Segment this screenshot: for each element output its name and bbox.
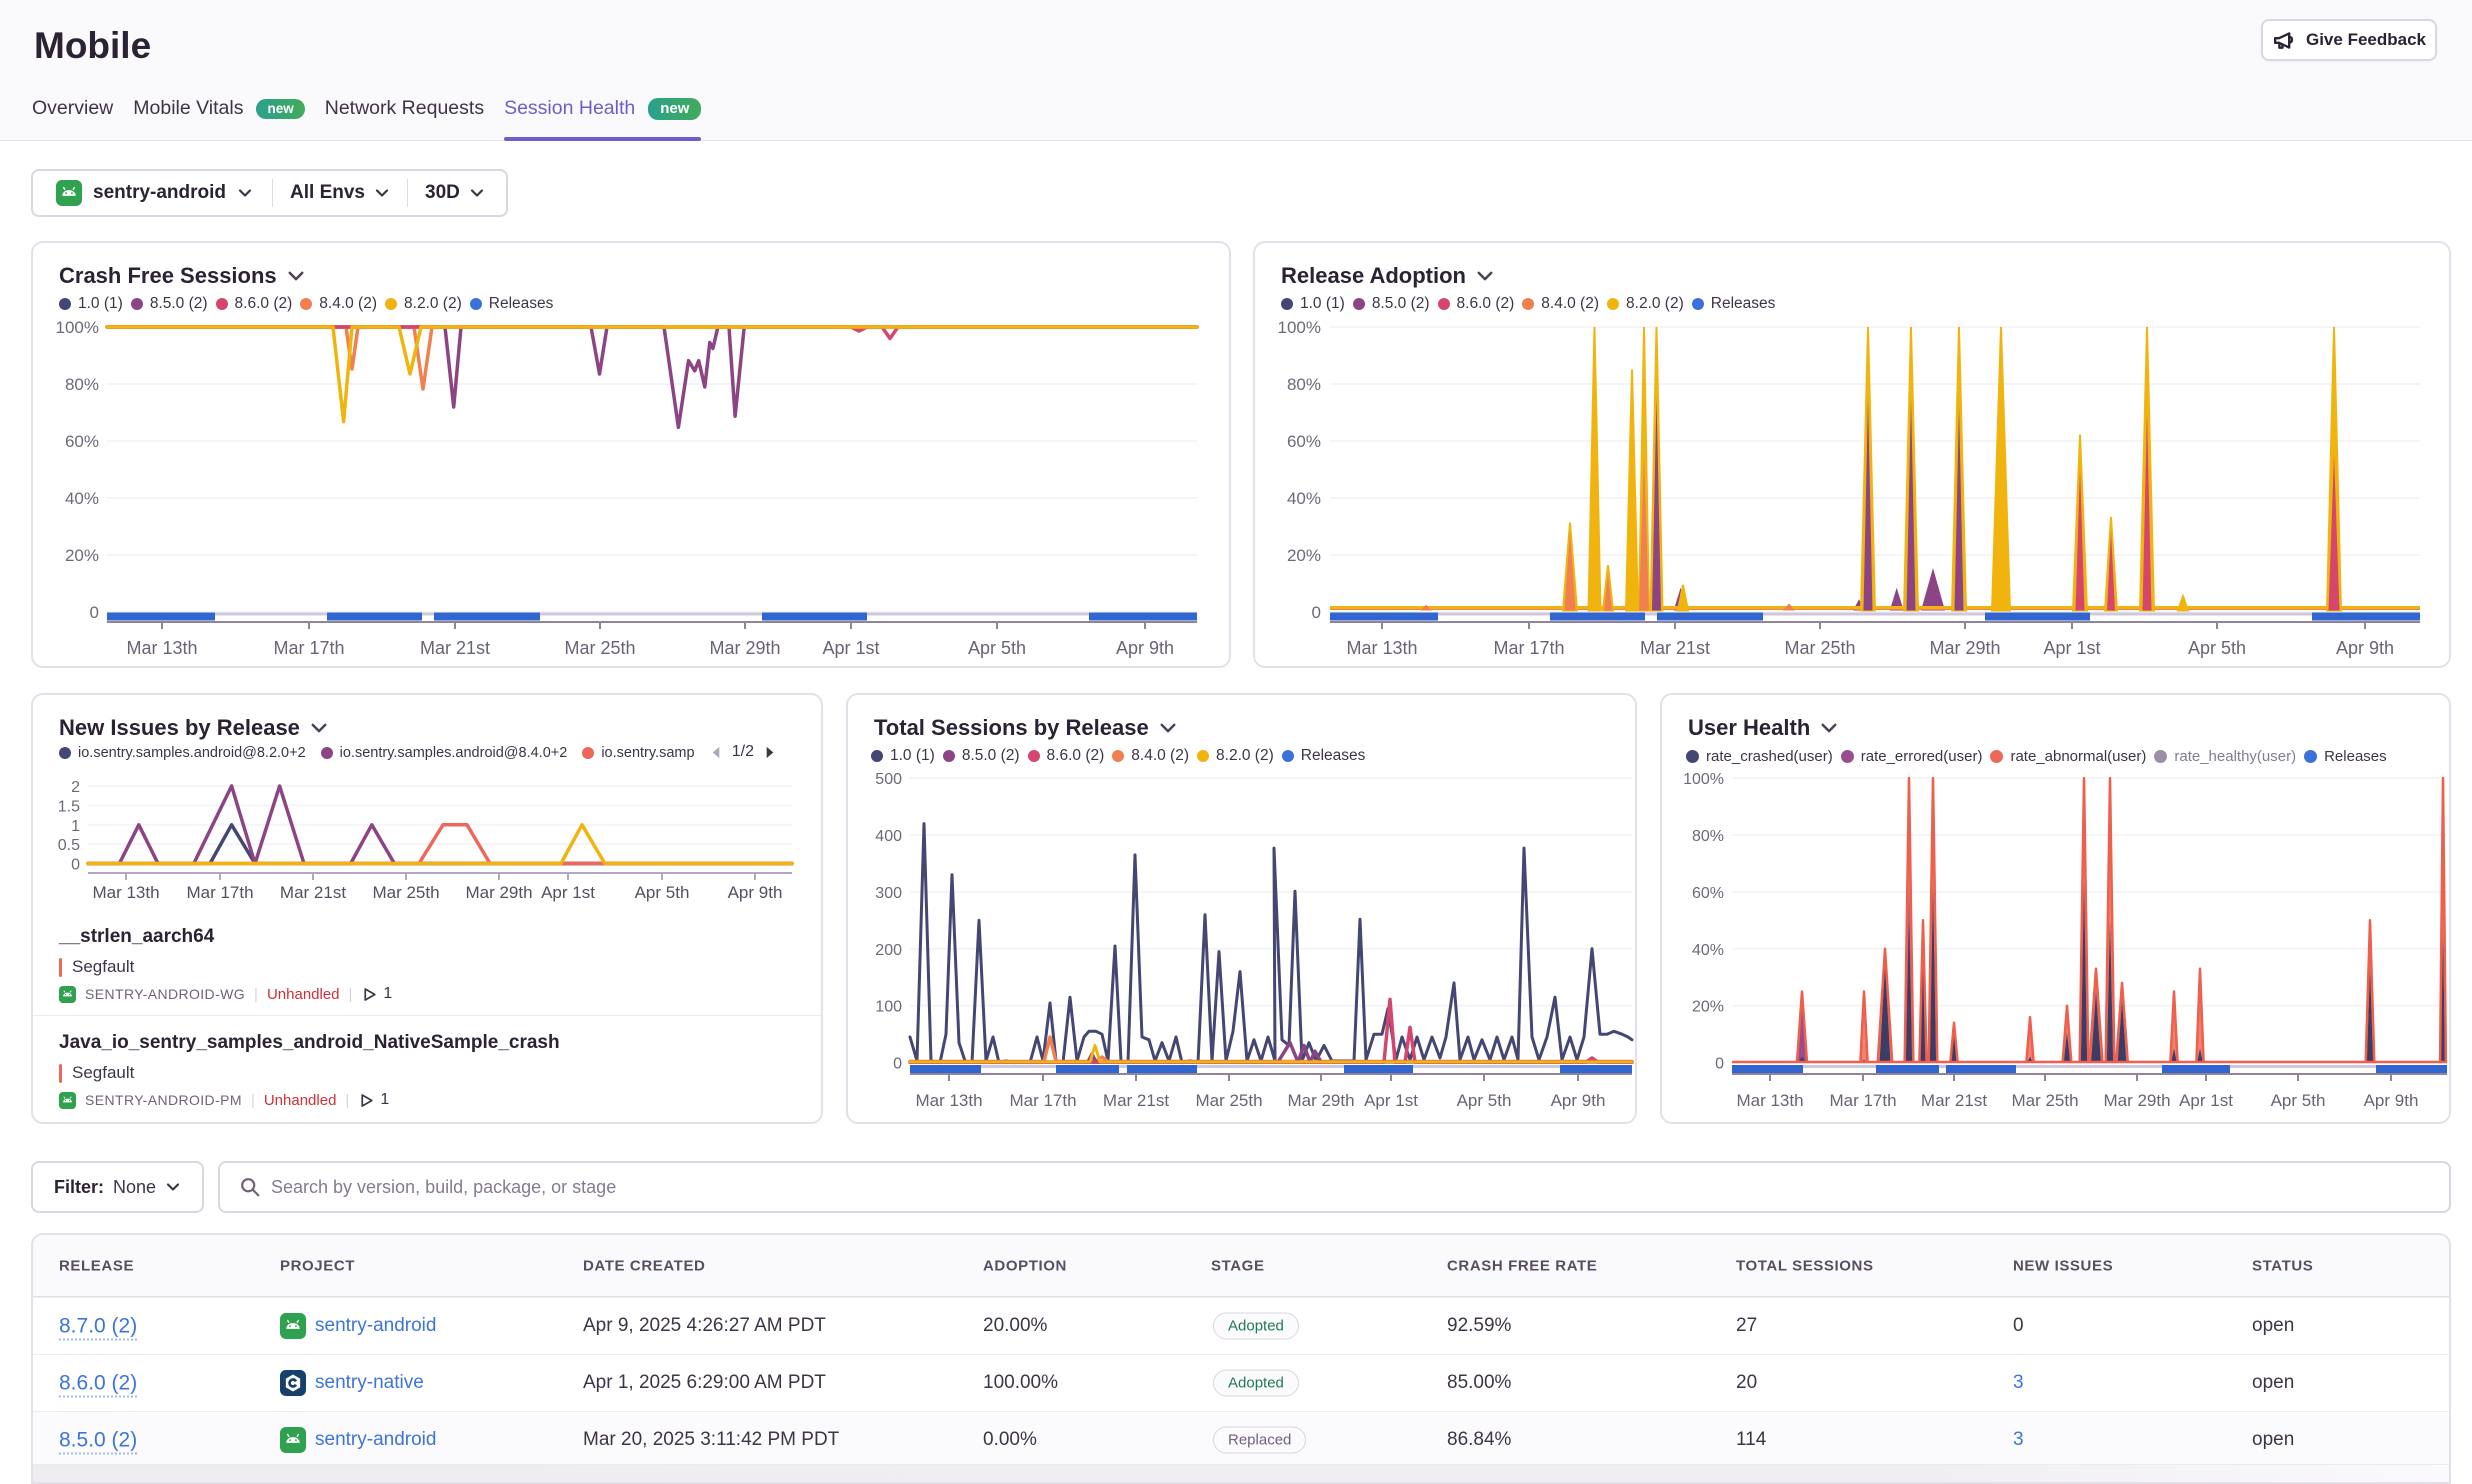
- svg-text:Mar 13th: Mar 13th: [1346, 638, 1417, 658]
- svg-text:Mar 17th: Mar 17th: [1009, 1091, 1076, 1110]
- svg-text:Apr 9th: Apr 9th: [1116, 638, 1174, 658]
- svg-text:1: 1: [71, 818, 80, 835]
- svg-text:0: 0: [1715, 1056, 1724, 1073]
- svg-text:Apr 1st: Apr 1st: [541, 883, 595, 902]
- svg-text:Apr 5th: Apr 5th: [2188, 638, 2246, 658]
- svg-text:Apr 9th: Apr 9th: [1551, 1091, 1606, 1110]
- svg-text:Apr 5th: Apr 5th: [968, 638, 1026, 658]
- svg-text:Apr 5th: Apr 5th: [635, 883, 690, 902]
- svg-text:Apr 1st: Apr 1st: [1364, 1091, 1418, 1110]
- svg-text:40%: 40%: [1287, 489, 1321, 508]
- svg-text:60%: 60%: [1692, 885, 1724, 902]
- svg-text:Apr 5th: Apr 5th: [2271, 1091, 2326, 1110]
- svg-text:Mar 25th: Mar 25th: [372, 883, 439, 902]
- svg-text:Apr 1st: Apr 1st: [2179, 1091, 2233, 1110]
- svg-text:20%: 20%: [1287, 546, 1321, 565]
- svg-text:100%: 100%: [56, 318, 99, 337]
- svg-text:Mar 29th: Mar 29th: [1929, 638, 2000, 658]
- svg-text:Mar 17th: Mar 17th: [1493, 638, 1564, 658]
- svg-text:20%: 20%: [1692, 999, 1724, 1016]
- svg-text:100%: 100%: [1683, 771, 1724, 788]
- svg-text:Mar 29th: Mar 29th: [709, 638, 780, 658]
- svg-text:80%: 80%: [65, 375, 99, 394]
- svg-text:40%: 40%: [65, 489, 99, 508]
- svg-text:Apr 9th: Apr 9th: [728, 883, 783, 902]
- svg-text:80%: 80%: [1287, 375, 1321, 394]
- svg-text:Apr 1st: Apr 1st: [822, 638, 879, 658]
- svg-text:Mar 17th: Mar 17th: [1829, 1091, 1896, 1110]
- svg-text:80%: 80%: [1692, 828, 1724, 845]
- svg-text:Apr 5th: Apr 5th: [1457, 1091, 1512, 1110]
- svg-text:1.5: 1.5: [58, 798, 80, 815]
- svg-text:Mar 25th: Mar 25th: [1195, 1091, 1262, 1110]
- svg-text:60%: 60%: [1287, 432, 1321, 451]
- svg-text:200: 200: [875, 942, 902, 959]
- svg-text:100: 100: [875, 999, 902, 1016]
- svg-text:Mar 17th: Mar 17th: [273, 638, 344, 658]
- svg-text:400: 400: [875, 828, 902, 845]
- svg-text:Mar 21st: Mar 21st: [280, 883, 346, 902]
- svg-text:Mar 29th: Mar 29th: [1287, 1091, 1354, 1110]
- svg-text:Apr 1st: Apr 1st: [2043, 638, 2100, 658]
- svg-text:Mar 29th: Mar 29th: [2103, 1091, 2170, 1110]
- svg-text:Mar 21st: Mar 21st: [1640, 638, 1710, 658]
- svg-text:Mar 21st: Mar 21st: [420, 638, 490, 658]
- svg-text:0: 0: [71, 857, 80, 874]
- svg-text:Mar 13th: Mar 13th: [915, 1091, 982, 1110]
- svg-text:Apr 9th: Apr 9th: [2364, 1091, 2419, 1110]
- svg-text:Mar 13th: Mar 13th: [92, 883, 159, 902]
- svg-text:2: 2: [71, 779, 80, 796]
- svg-text:0: 0: [893, 1056, 902, 1073]
- svg-text:Apr 9th: Apr 9th: [2336, 638, 2394, 658]
- svg-text:Mar 29th: Mar 29th: [465, 883, 532, 902]
- svg-text:Mar 25th: Mar 25th: [1784, 638, 1855, 658]
- svg-text:40%: 40%: [1692, 942, 1724, 959]
- svg-text:100%: 100%: [1278, 318, 1321, 337]
- svg-text:60%: 60%: [65, 432, 99, 451]
- svg-text:0.5: 0.5: [58, 837, 80, 854]
- svg-text:20%: 20%: [65, 546, 99, 565]
- svg-text:Mar 13th: Mar 13th: [1736, 1091, 1803, 1110]
- svg-text:Mar 25th: Mar 25th: [564, 638, 635, 658]
- svg-text:0: 0: [1312, 603, 1321, 622]
- svg-text:Mar 17th: Mar 17th: [186, 883, 253, 902]
- svg-text:Mar 25th: Mar 25th: [2011, 1091, 2078, 1110]
- svg-text:500: 500: [875, 771, 902, 788]
- svg-text:Mar 13th: Mar 13th: [126, 638, 197, 658]
- svg-text:Mar 21st: Mar 21st: [1921, 1091, 1987, 1110]
- svg-text:300: 300: [875, 885, 902, 902]
- svg-text:Mar 21st: Mar 21st: [1103, 1091, 1169, 1110]
- svg-text:0: 0: [90, 603, 99, 622]
